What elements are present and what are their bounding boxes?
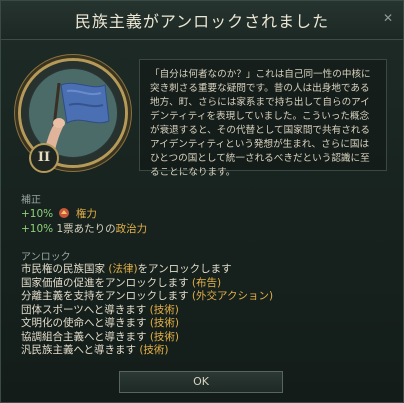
tech-portrait: II bbox=[21, 61, 125, 173]
unlock-tag[interactable]: (法律) bbox=[108, 263, 137, 275]
unlock-suffix: をアンロックします bbox=[137, 263, 232, 275]
unlock-item[interactable]: 団体スポーツへと導きます (技術) bbox=[21, 304, 391, 318]
unlock-text: 分離主義を支持をアンロックします bbox=[21, 290, 192, 302]
description-text: 「自分は何者なのか？」これは自己同一性の中核に突き刺さる重要な疑問です。昔の人は… bbox=[150, 69, 371, 178]
unlock-text: 市民権の民族国家 bbox=[21, 263, 109, 275]
unlock-item[interactable]: 市民権の民族国家 (法律)をアンロックします bbox=[21, 263, 391, 277]
unlock-text: 団体スポーツへと導きます bbox=[21, 303, 150, 316]
modifier-value: +10% bbox=[21, 208, 54, 220]
unlock-item[interactable]: 汎民族主義へと導きます (技術) bbox=[21, 344, 391, 358]
unlock-tag[interactable]: (外交アクション) bbox=[192, 290, 273, 302]
unlock-tag[interactable]: (技術) bbox=[150, 317, 179, 329]
unlock-item[interactable]: 国家価値の促進をアンロックします (布告) bbox=[21, 277, 391, 291]
ok-button[interactable]: OK bbox=[119, 371, 283, 393]
unlock-item[interactable]: 協調組合主義へと導きます (技術) bbox=[21, 331, 391, 345]
modifier-value: +10% bbox=[21, 223, 54, 235]
modifiers-label: 補正 bbox=[21, 195, 41, 206]
unlocks-label: アンロック bbox=[21, 252, 71, 263]
dialog-title: 民族主義がアンロックされました bbox=[74, 12, 330, 31]
close-icon[interactable]: ✕ bbox=[381, 11, 395, 25]
modifier-name: 政治力 bbox=[115, 223, 148, 235]
unlock-text: 汎民族主義へと導きます bbox=[21, 344, 140, 356]
unlock-text: 国家価値の促進をアンロックします bbox=[21, 276, 192, 289]
unlock-text: 文明化の使命へと導きます bbox=[21, 317, 150, 329]
modifier-prefix: 1票あたりの bbox=[56, 223, 116, 235]
tech-unlocked-dialog: 民族主義がアンロックされました ✕ II 「自分は何者なのか？」これは自己同一性… bbox=[0, 0, 404, 403]
era-badge: II bbox=[29, 143, 59, 173]
title-bar: 民族主義がアンロックされました ✕ bbox=[1, 1, 403, 40]
power-icon bbox=[59, 208, 70, 218]
unlock-text: 協調組合主義へと導きます bbox=[21, 330, 150, 343]
unlock-tag[interactable]: (技術) bbox=[150, 331, 179, 343]
unlock-item[interactable]: 文明化の使命へと導きます (技術) bbox=[21, 317, 391, 331]
unlock-tag[interactable]: (布告) bbox=[192, 277, 221, 289]
unlock-item[interactable]: 分離主義を支持をアンロックします (外交アクション) bbox=[21, 290, 391, 304]
unlock-list: 市民権の民族国家 (法律)をアンロックします 国家価値の促進をアンロックします … bbox=[21, 263, 391, 358]
unlock-tag[interactable]: (技術) bbox=[150, 304, 179, 316]
unlock-tag[interactable]: (技術) bbox=[139, 344, 168, 356]
modifier-row[interactable]: +10% 権力 bbox=[21, 206, 97, 221]
description-box: 「自分は何者なのか？」これは自己同一性の中核に突き刺さる重要な疑問です。昔の人は… bbox=[139, 59, 387, 178]
modifier-name: 権力 bbox=[75, 208, 97, 220]
modifier-row[interactable]: +10% 1票あたりの政治力 bbox=[21, 221, 147, 236]
